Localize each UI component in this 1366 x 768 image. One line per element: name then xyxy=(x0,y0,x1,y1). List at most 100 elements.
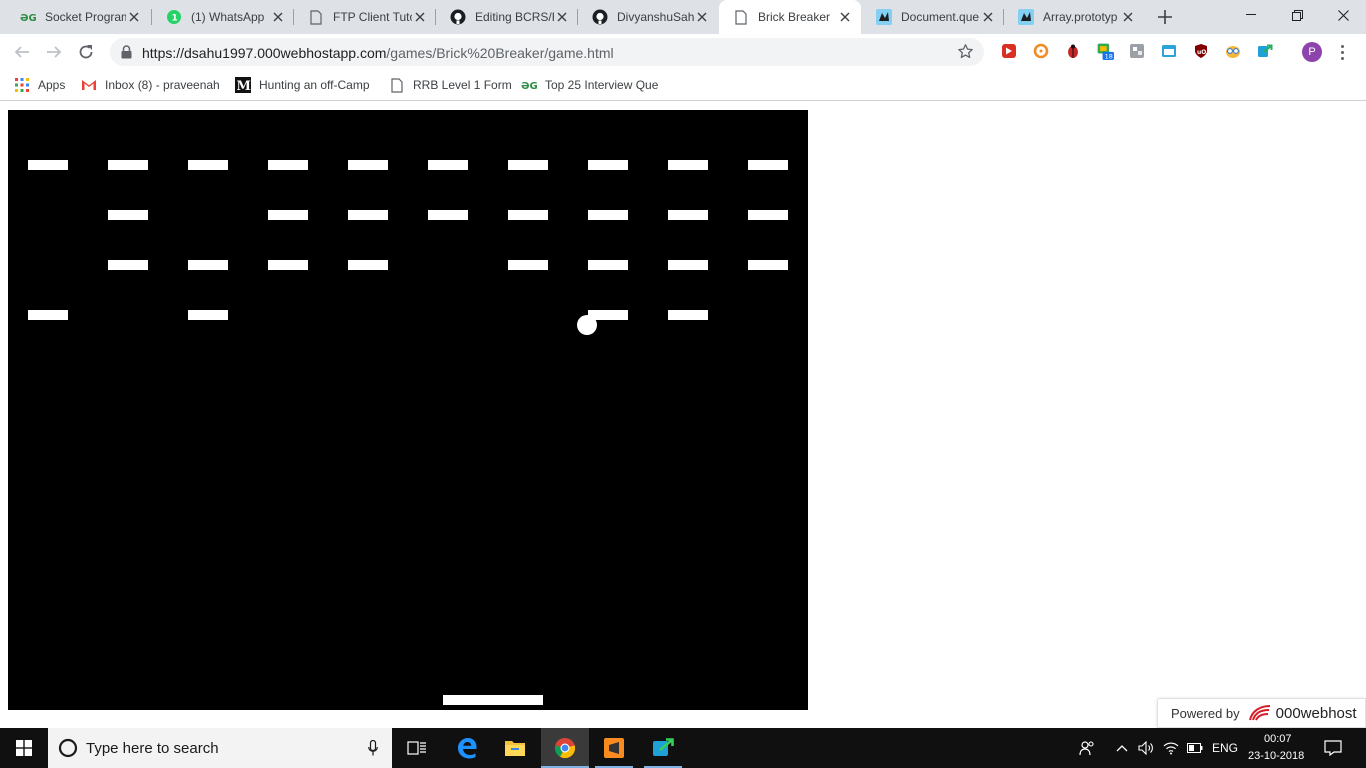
geeksforgeeks-icon: ƏG xyxy=(521,77,537,93)
brick xyxy=(188,160,228,170)
show-hidden-icons-chevron[interactable] xyxy=(1112,728,1132,768)
close-tab-icon[interactable] xyxy=(1120,9,1136,25)
url-host: https://dsahu1997.000webhostapp.com xyxy=(142,45,387,61)
lock-icon[interactable] xyxy=(121,45,132,64)
extension-orange-ring-icon[interactable] xyxy=(1032,42,1050,60)
browser-menu-icon[interactable] xyxy=(1336,41,1348,63)
back-button[interactable] xyxy=(10,40,34,64)
tab-whatsapp[interactable]: 1 (1) WhatsApp xyxy=(152,0,294,34)
brick xyxy=(348,260,388,270)
extension-ladybug-icon[interactable] xyxy=(1064,42,1082,60)
url-text[interactable]: https://dsahu1997.000webhostapp.com/game… xyxy=(142,45,614,61)
apps-grid-icon xyxy=(14,77,30,93)
action-center-icon[interactable] xyxy=(1318,728,1348,768)
restore-button[interactable] xyxy=(1274,0,1320,30)
brick xyxy=(508,260,548,270)
task-view-button[interactable] xyxy=(394,728,440,768)
ball xyxy=(577,315,597,335)
clock-date[interactable]: 23-10-2018 xyxy=(1248,750,1304,762)
microphone-icon[interactable] xyxy=(368,740,378,756)
close-tab-icon[interactable] xyxy=(126,9,142,25)
address-bar[interactable]: https://dsahu1997.000webhostapp.com/game… xyxy=(110,38,984,66)
brick xyxy=(108,260,148,270)
bookmark-gmail-inbox[interactable]: Inbox (8) - praveenah xyxy=(81,76,221,94)
extension-gray-puzzle-icon[interactable] xyxy=(1128,42,1146,60)
taskbar-share-app[interactable] xyxy=(640,728,686,768)
ublock-shield-icon[interactable]: uO xyxy=(1192,42,1210,60)
taskbar-search-box[interactable]: Type here to search xyxy=(48,728,392,768)
svg-text:1: 1 xyxy=(172,14,178,24)
whatsapp-icon: 1 xyxy=(166,9,182,25)
volume-icon[interactable] xyxy=(1136,728,1156,768)
powered-by-badge[interactable]: Powered by 000webhost xyxy=(1157,698,1366,728)
extension-share-arrow-icon[interactable] xyxy=(1256,42,1274,60)
taskbar-file-explorer[interactable] xyxy=(492,728,538,768)
brick xyxy=(588,160,628,170)
brick xyxy=(108,160,148,170)
extension-red-play-icon[interactable] xyxy=(1000,42,1018,60)
close-tab-icon[interactable] xyxy=(980,9,996,25)
bookmark-medium-article[interactable]: M Hunting an off-Camp xyxy=(235,76,375,94)
tab-brick-breaker[interactable]: Brick Breaker xyxy=(719,0,861,34)
tab-title: Editing BCRS/R xyxy=(475,10,554,24)
tab-strip: ƏG Socket Program 1 (1) WhatsApp FTP Cli… xyxy=(0,0,1366,34)
people-icon[interactable] xyxy=(1074,728,1100,768)
taskbar-edge-app[interactable] xyxy=(444,728,490,768)
sublime-text-icon xyxy=(604,738,624,758)
powered-by-brand: 000webhost xyxy=(1275,704,1357,722)
brick xyxy=(268,160,308,170)
new-tab-button[interactable] xyxy=(1154,7,1176,27)
game-canvas[interactable] xyxy=(8,110,808,710)
mdn-icon xyxy=(1018,9,1034,25)
tab-title: Array.prototyp xyxy=(1043,10,1118,24)
page-icon xyxy=(389,77,405,93)
brick xyxy=(588,260,628,270)
taskbar-chrome-app[interactable] xyxy=(541,728,589,768)
svg-text:ƏG: ƏG xyxy=(521,81,537,91)
extension-blue-window-icon[interactable] xyxy=(1160,42,1178,60)
tab-ftp-client[interactable]: FTP Client Tuto xyxy=(294,0,436,34)
profile-avatar[interactable]: P xyxy=(1302,42,1322,62)
forward-button[interactable] xyxy=(42,40,66,64)
input-language[interactable]: ENG xyxy=(1212,741,1238,755)
brick xyxy=(508,210,548,220)
tab-document-queryselector[interactable]: Document.que xyxy=(862,0,1004,34)
powered-by-label: Powered by xyxy=(1171,705,1240,721)
tab-title: DivyanshuSahu xyxy=(617,10,694,24)
tab-title: (1) WhatsApp xyxy=(191,10,265,24)
start-button[interactable] xyxy=(0,728,48,768)
close-tab-icon[interactable] xyxy=(412,9,428,25)
tab-divyanshusahu[interactable]: DivyanshuSahu xyxy=(578,0,718,34)
brick xyxy=(268,260,308,270)
bookmark-rrb-form[interactable]: RRB Level 1 Form xyxy=(389,76,512,94)
tab-editing-bcrs[interactable]: Editing BCRS/R xyxy=(436,0,578,34)
bookmark-star-icon[interactable] xyxy=(957,43,974,65)
bookmark-interview-questions[interactable]: ƏG Top 25 Interview Que xyxy=(521,76,661,94)
clock-time[interactable]: 00:07 xyxy=(1264,733,1292,745)
bookmark-label: Apps xyxy=(38,78,66,92)
close-tab-icon[interactable] xyxy=(270,9,286,25)
extension-owl-icon[interactable] xyxy=(1224,42,1242,60)
gmail-icon xyxy=(81,77,97,93)
close-tab-icon[interactable] xyxy=(554,9,570,25)
brick xyxy=(668,310,708,320)
svg-text:M: M xyxy=(237,79,251,93)
close-window-button[interactable] xyxy=(1320,0,1366,30)
cortana-circle-icon xyxy=(58,738,78,758)
brick xyxy=(508,160,548,170)
minimize-button[interactable] xyxy=(1228,0,1274,30)
tab-array-prototype[interactable]: Array.prototyp xyxy=(1004,0,1144,34)
brick xyxy=(748,160,788,170)
battery-icon[interactable] xyxy=(1184,728,1206,768)
paddle[interactable] xyxy=(443,695,543,705)
taskbar-sublime-text[interactable] xyxy=(591,728,637,768)
extension-calendar-badge-icon[interactable]: 18 xyxy=(1096,42,1114,61)
brick xyxy=(268,210,308,220)
close-tab-icon[interactable] xyxy=(694,9,710,25)
reload-button[interactable] xyxy=(74,40,98,64)
wifi-icon[interactable] xyxy=(1160,728,1182,768)
medium-icon: M xyxy=(235,77,251,93)
tab-socket-programming[interactable]: ƏG Socket Program xyxy=(6,0,150,34)
bookmark-apps[interactable]: Apps xyxy=(14,76,65,94)
close-tab-icon[interactable] xyxy=(837,9,853,25)
